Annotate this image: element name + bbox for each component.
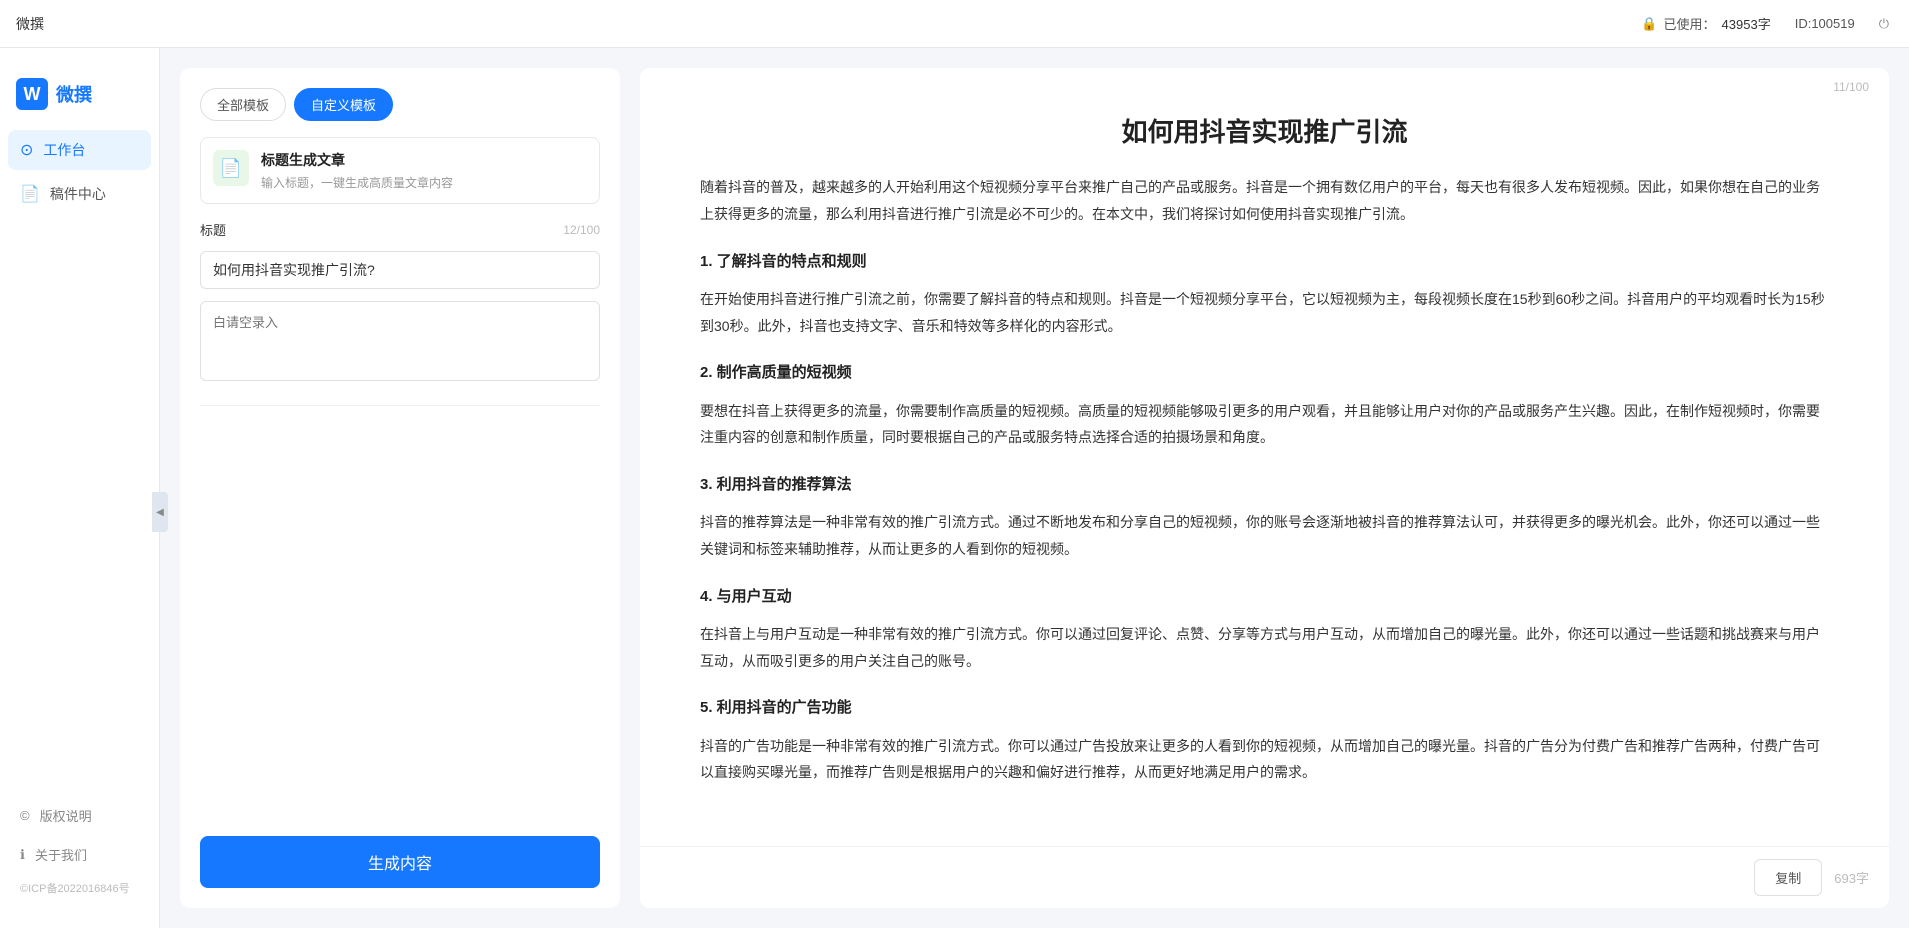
power-icon[interactable]: ⏻ bbox=[1879, 16, 1889, 32]
generate-button[interactable]: 生成内容 bbox=[200, 836, 600, 888]
workspace-icon: ⊙ bbox=[20, 140, 33, 160]
topbar-right: 🔒 已使用： 43953字 ID:100519 ⏻ bbox=[1641, 14, 1889, 33]
article-paragraph: 要想在抖音上获得更多的流量，你需要制作高质量的短视频。高质量的短视频能够吸引更多… bbox=[700, 398, 1829, 451]
template-name: 标题生成文章 bbox=[261, 150, 587, 170]
title-label-row: 标题 12/100 bbox=[200, 220, 600, 239]
sidebar-item-copyright-label: 版权说明 bbox=[40, 806, 92, 825]
user-id: ID:100519 bbox=[1795, 16, 1855, 31]
sidebar-item-about[interactable]: ℹ 关于我们 bbox=[8, 837, 151, 872]
sidebar-item-about-label: 关于我们 bbox=[35, 845, 87, 864]
sidebar-item-drafts-label: 稿件中心 bbox=[50, 184, 106, 204]
logo: W 微撰 bbox=[0, 68, 159, 130]
title-label: 标题 bbox=[200, 220, 226, 239]
template-info: 标题生成文章 输入标题，一键生成高质量文章内容 bbox=[261, 150, 587, 191]
article-paragraph: 在开始使用抖音进行推广引流之前，你需要了解抖音的特点和规则。抖音是一个短视频分享… bbox=[700, 286, 1829, 339]
template-desc: 输入标题，一键生成高质量文章内容 bbox=[261, 174, 587, 191]
drafts-icon: 📄 bbox=[20, 184, 40, 204]
article-title: 如何用抖音实现推广引流 bbox=[700, 114, 1829, 150]
logo-w-icon: W bbox=[16, 78, 48, 110]
sidebar-item-workspace-label: 工作台 bbox=[43, 140, 85, 160]
info-icon: ℹ bbox=[20, 847, 25, 863]
article-paragraph: 抖音的广告功能是一种非常有效的推广引流方式。你可以通过广告投放来让更多的人看到你… bbox=[700, 733, 1829, 786]
word-count: 693字 bbox=[1834, 868, 1869, 887]
copyright-icon: © bbox=[20, 808, 30, 823]
topbar-left: 微撰 bbox=[0, 14, 44, 34]
template-card[interactable]: 📄 标题生成文章 输入标题，一键生成高质量文章内容 bbox=[200, 137, 600, 204]
logo-text: 微撰 bbox=[56, 81, 92, 107]
sidebar-item-workspace[interactable]: ⊙ 工作台 bbox=[8, 130, 151, 170]
template-card-icon: 📄 bbox=[213, 150, 249, 186]
right-panel-header: 11/100 bbox=[640, 68, 1889, 94]
divider bbox=[200, 405, 600, 406]
sidebar-bottom: © 版权说明 ℹ 关于我们 ©ICP备2022016846号 bbox=[0, 798, 159, 908]
article-heading: 4. 与用户互动 bbox=[700, 583, 1829, 612]
content-textarea[interactable] bbox=[200, 301, 600, 381]
article-paragraph: 随着抖音的普及，越来越多的人开始利用这个短视频分享平台来推广自己的产品或服务。抖… bbox=[700, 174, 1829, 227]
title-count: 12/100 bbox=[563, 223, 600, 237]
usage-label: 已使用： bbox=[1664, 14, 1716, 33]
right-panel: 11/100 如何用抖音实现推广引流 随着抖音的普及，越来越多的人开始利用这个短… bbox=[640, 68, 1889, 908]
tab-custom[interactable]: 自定义模板 bbox=[294, 88, 393, 121]
tab-all[interactable]: 全部模板 bbox=[200, 88, 286, 121]
usage-info: 🔒 已使用： 43953字 bbox=[1641, 14, 1770, 33]
collapse-handle[interactable]: ◀ bbox=[152, 492, 168, 532]
article-heading: 3. 利用抖音的推荐算法 bbox=[700, 471, 1829, 500]
article-content[interactable]: 如何用抖音实现推广引流 随着抖音的普及，越来越多的人开始利用这个短视频分享平台来… bbox=[640, 94, 1889, 846]
article-paragraph: 抖音的推荐算法是一种非常有效的推广引流方式。通过不断地发布和分享自己的短视频，你… bbox=[700, 509, 1829, 562]
article-body: 随着抖音的普及，越来越多的人开始利用这个短视频分享平台来推广自己的产品或服务。抖… bbox=[700, 174, 1829, 786]
article-paragraph: 在抖音上与用户互动是一种非常有效的推广引流方式。你可以通过回复评论、点赞、分享等… bbox=[700, 621, 1829, 674]
sidebar-item-drafts[interactable]: 📄 稿件中心 bbox=[8, 174, 151, 214]
article-heading: 1. 了解抖音的特点和规则 bbox=[700, 248, 1829, 277]
title-input[interactable] bbox=[200, 251, 600, 289]
lock-icon: 🔒 bbox=[1641, 16, 1657, 32]
article-heading: 2. 制作高质量的短视频 bbox=[700, 359, 1829, 388]
article-heading: 5. 利用抖音的广告功能 bbox=[700, 694, 1829, 723]
topbar: 微撰 🔒 已使用： 43953字 ID:100519 ⏻ bbox=[0, 0, 1909, 48]
template-tabs: 全部模板 自定义模板 bbox=[200, 88, 600, 121]
usage-count: 43953字 bbox=[1722, 14, 1771, 33]
sidebar-nav: ⊙ 工作台 📄 稿件中心 bbox=[0, 130, 159, 214]
copy-button[interactable]: 复制 bbox=[1754, 859, 1822, 896]
left-panel: 全部模板 自定义模板 📄 标题生成文章 输入标题，一键生成高质量文章内容 标题 … bbox=[180, 68, 620, 908]
right-panel-footer: 复制 693字 bbox=[640, 846, 1889, 908]
content-area: 全部模板 自定义模板 📄 标题生成文章 输入标题，一键生成高质量文章内容 标题 … bbox=[160, 48, 1909, 928]
form-section: 标题 12/100 bbox=[200, 220, 600, 381]
topbar-title: 微撰 bbox=[16, 14, 44, 34]
sidebar-item-copyright[interactable]: © 版权说明 bbox=[8, 798, 151, 833]
page-indicator: 11/100 bbox=[1833, 80, 1869, 94]
icp-text: ©ICP备2022016846号 bbox=[8, 876, 151, 900]
sidebar: W 微撰 ⊙ 工作台 📄 稿件中心 © 版权说明 ℹ 关于我们 bbox=[0, 48, 160, 928]
